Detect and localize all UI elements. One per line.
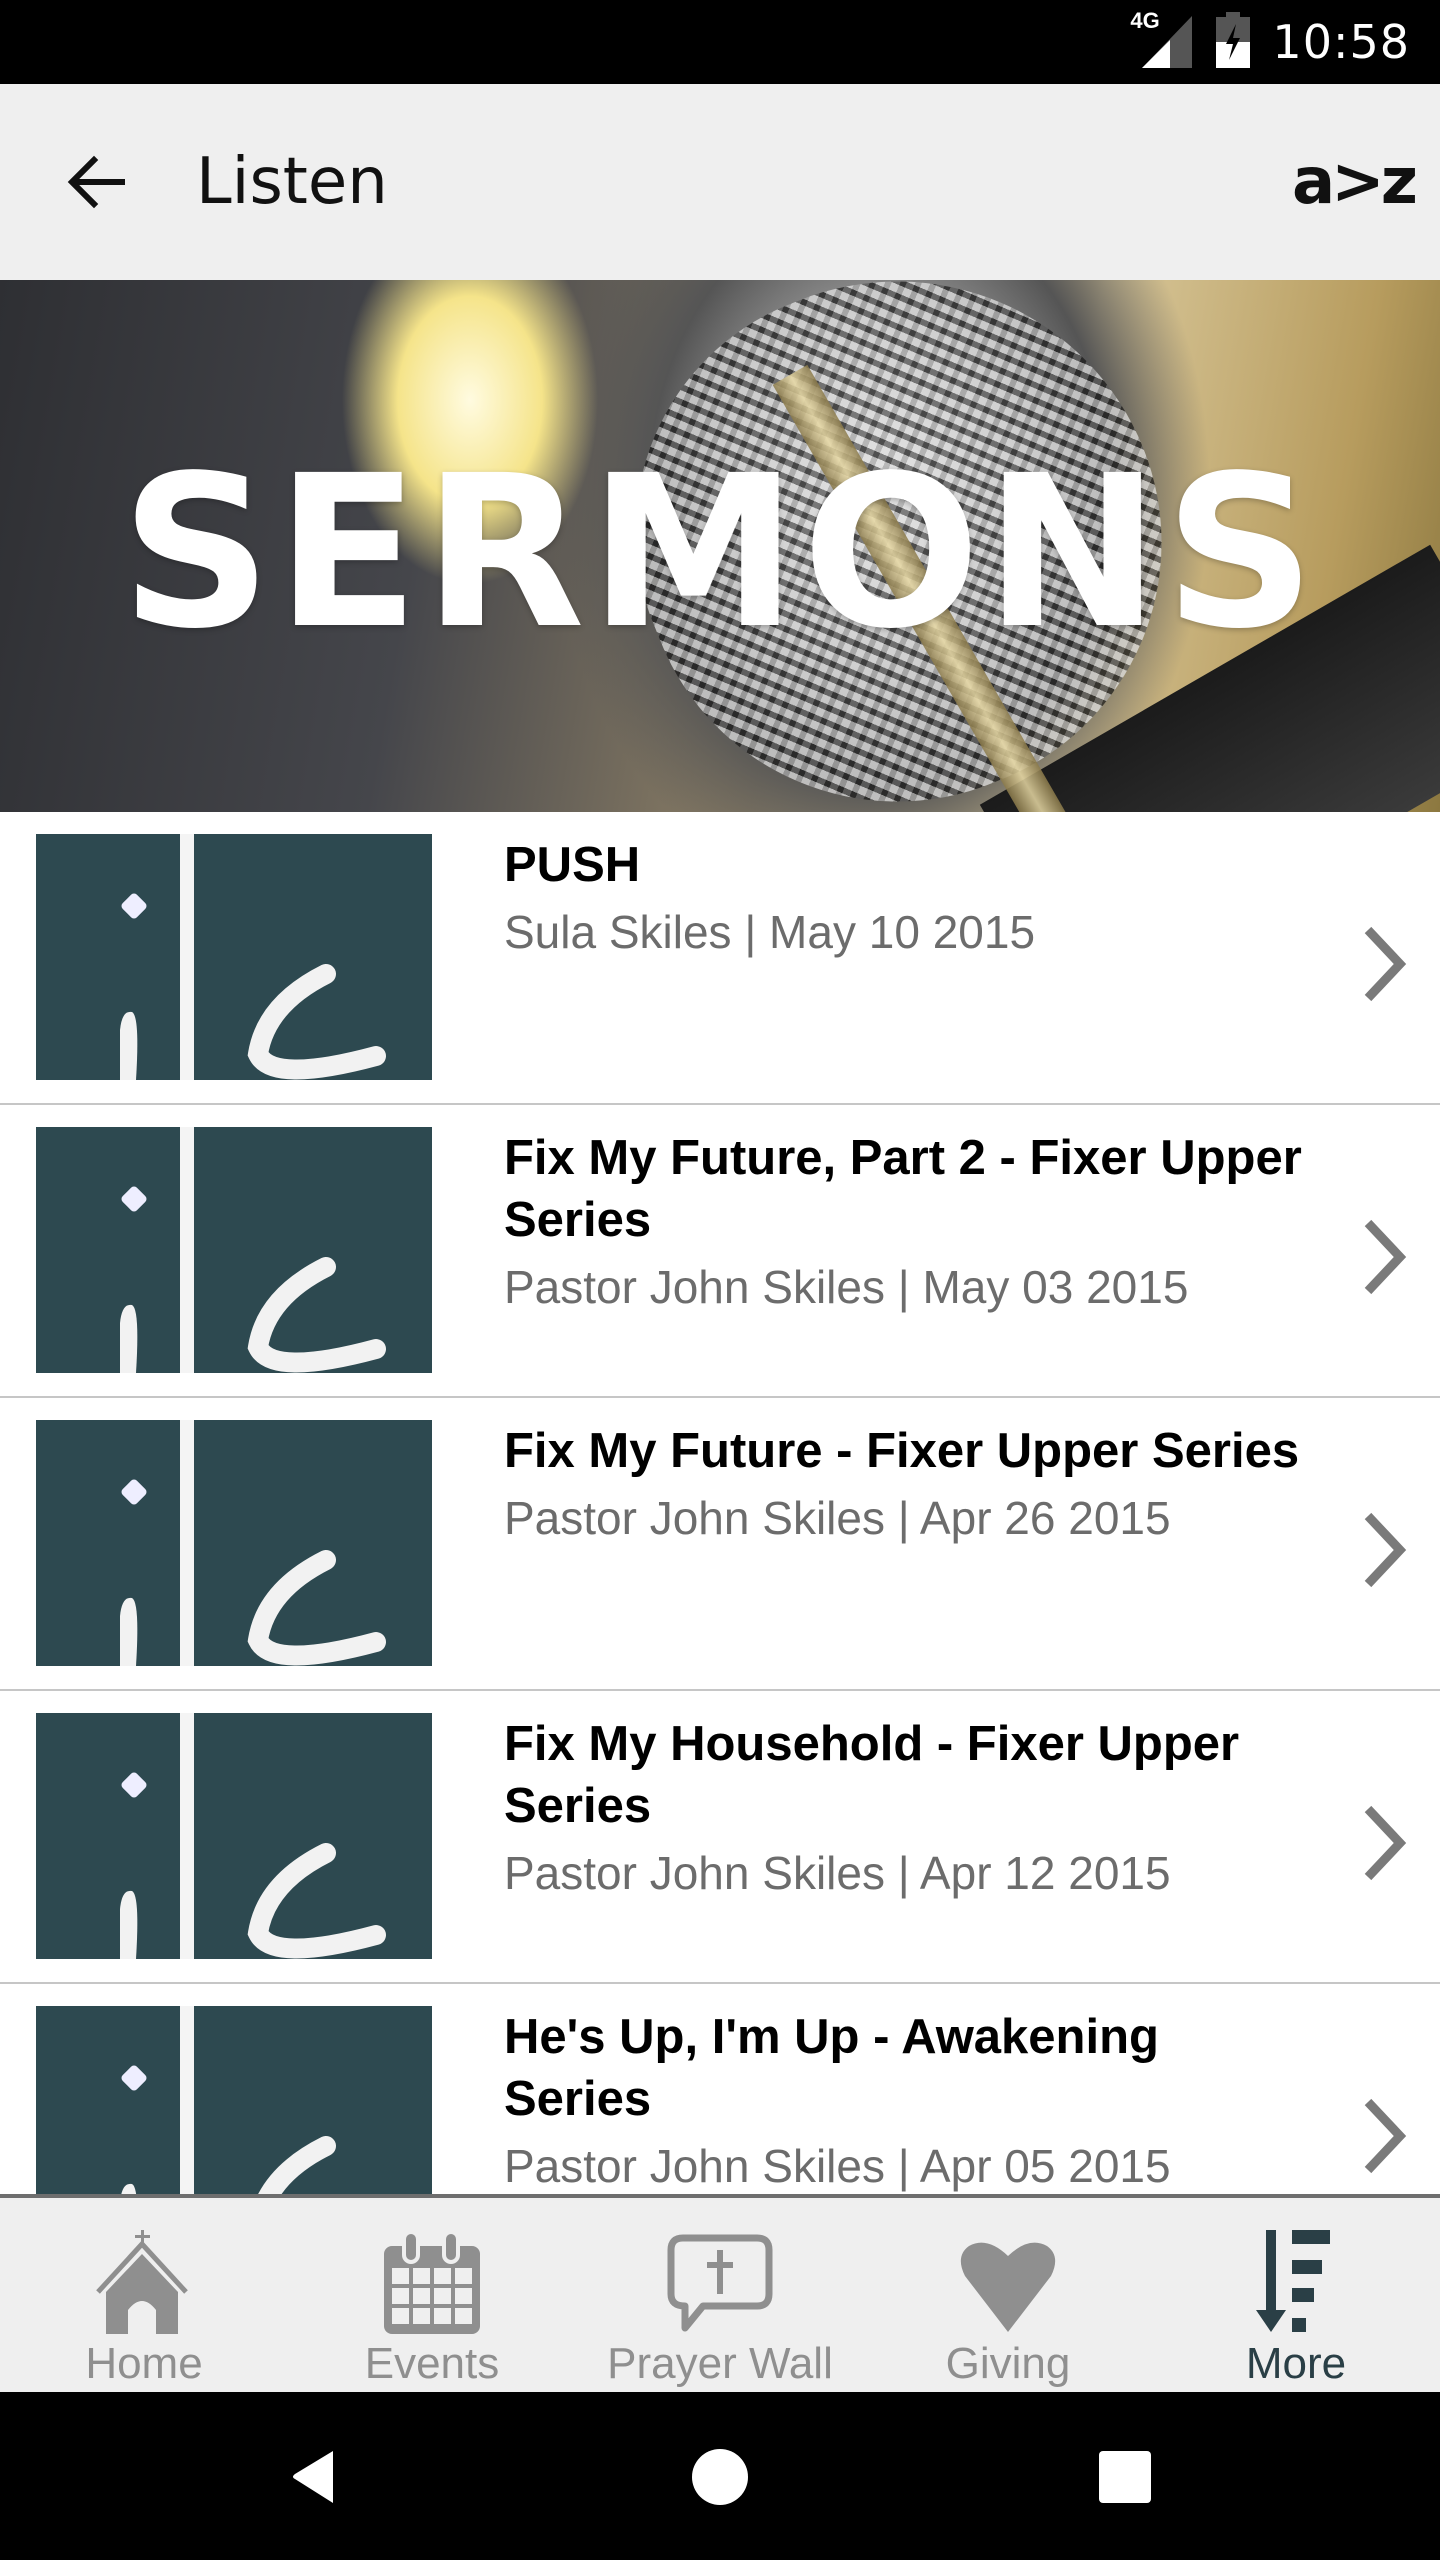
chevron-right-icon	[1364, 1219, 1407, 1295]
system-home-button[interactable]	[675, 2432, 765, 2522]
ilc-logo-icon	[121, 2006, 336, 2194]
sermon-title: PUSH	[504, 838, 641, 892]
prayer-bubble-icon	[667, 2234, 773, 2332]
sermons-banner: SERMONS	[0, 280, 1440, 812]
sermon-subtitle: Pastor John Skiles | May 03 2015	[504, 1261, 1189, 1313]
calendar-icon	[384, 2232, 480, 2334]
ilc-logo-icon	[120, 1713, 386, 1959]
nav-label: More	[1245, 2339, 1347, 2388]
arrow-left-icon	[67, 155, 125, 209]
recents-square-icon	[1099, 2451, 1151, 2503]
ilc-logo-icon	[120, 1420, 386, 1666]
banner-title: SERMONS	[120, 430, 1320, 675]
more-list-icon	[1256, 2230, 1330, 2332]
back-button[interactable]	[56, 142, 136, 222]
nav-item-giving[interactable]: Giving	[864, 2198, 1152, 2392]
sermon-list-item[interactable]: Fix My Household - Fixer Upper Series Pa…	[0, 1691, 1440, 1984]
system-navigation-bar	[0, 2392, 1440, 2560]
sort-az-button[interactable]: a>z	[1292, 142, 1418, 222]
sermon-list[interactable]: PUSH Sula Skiles | May 10 2015 Fix My Fu…	[0, 812, 1440, 2194]
sermon-subtitle: Pastor John Skiles | Apr 05 2015	[504, 2140, 1171, 2192]
nav-label: Prayer Wall	[607, 2339, 833, 2388]
sermon-subtitle: Pastor John Skiles | Apr 12 2015	[504, 1847, 1171, 1899]
sermon-thumbnail	[36, 1127, 432, 1373]
home-circle-icon	[692, 2449, 748, 2505]
sermon-title: Fix My Household - Fixer Upper Series	[504, 1717, 1240, 1833]
sermon-title: Fix My Future - Fixer Upper Series	[504, 1424, 1300, 1478]
battery-charging-icon	[1216, 11, 1251, 73]
system-back-button[interactable]	[270, 2432, 360, 2522]
heart-icon	[960, 2242, 1056, 2332]
nav-label: Events	[364, 2339, 500, 2388]
nav-item-more[interactable]: More	[1152, 2198, 1440, 2392]
sermon-thumbnail	[36, 834, 432, 1080]
nav-item-events[interactable]: Events	[288, 2198, 576, 2392]
nav-label: Giving	[945, 2339, 1071, 2388]
back-triangle-icon	[293, 2451, 333, 2503]
sermon-title: Fix My Future, Part 2 - Fixer Upper Seri…	[504, 1131, 1302, 1247]
nav-label: Home	[85, 2339, 203, 2388]
sermon-subtitle: Pastor John Skiles | Apr 26 2015	[504, 1492, 1171, 1544]
sermon-thumbnail	[36, 1713, 432, 1959]
sermon-thumbnail	[36, 1420, 432, 1666]
page-title: Listen	[196, 145, 388, 219]
sermon-list-item[interactable]: Fix My Future, Part 2 - Fixer Upper Seri…	[0, 1105, 1440, 1398]
bottom-navigation: Home Events Prayer Wall Giving More	[0, 2194, 1440, 2392]
system-recents-button[interactable]	[1080, 2432, 1170, 2522]
clock: 10:58	[1272, 15, 1410, 69]
nav-item-home[interactable]: Home	[0, 2198, 288, 2392]
sermon-subtitle: Sula Skiles | May 10 2015	[504, 906, 1036, 958]
sermon-list-item[interactable]: PUSH Sula Skiles | May 10 2015	[0, 812, 1440, 1105]
status-bar: 4G 10:58	[0, 0, 1440, 84]
sermon-title: He's Up, I'm Up - Awakening Series	[504, 2010, 1159, 2126]
chevron-right-icon	[1364, 1512, 1407, 1588]
chevron-right-icon	[1364, 2098, 1407, 2174]
sermon-list-item[interactable]: Fix My Future - Fixer Upper Series Pasto…	[0, 1398, 1440, 1691]
signal-icon: 4G	[1130, 8, 1194, 72]
nav-item-prayer-wall[interactable]: Prayer Wall	[576, 2198, 864, 2392]
ilc-logo-icon	[120, 834, 386, 1080]
chevron-right-icon	[1364, 1805, 1407, 1881]
church-icon	[96, 2230, 188, 2334]
sermon-list-item[interactable]: He's Up, I'm Up - Awakening Series Pasto…	[0, 1984, 1440, 2194]
app-bar: Listen a>z	[0, 84, 1440, 280]
chevron-right-icon	[1364, 926, 1407, 1002]
sermon-thumbnail	[36, 2006, 432, 2194]
ilc-logo-icon	[120, 1127, 386, 1373]
